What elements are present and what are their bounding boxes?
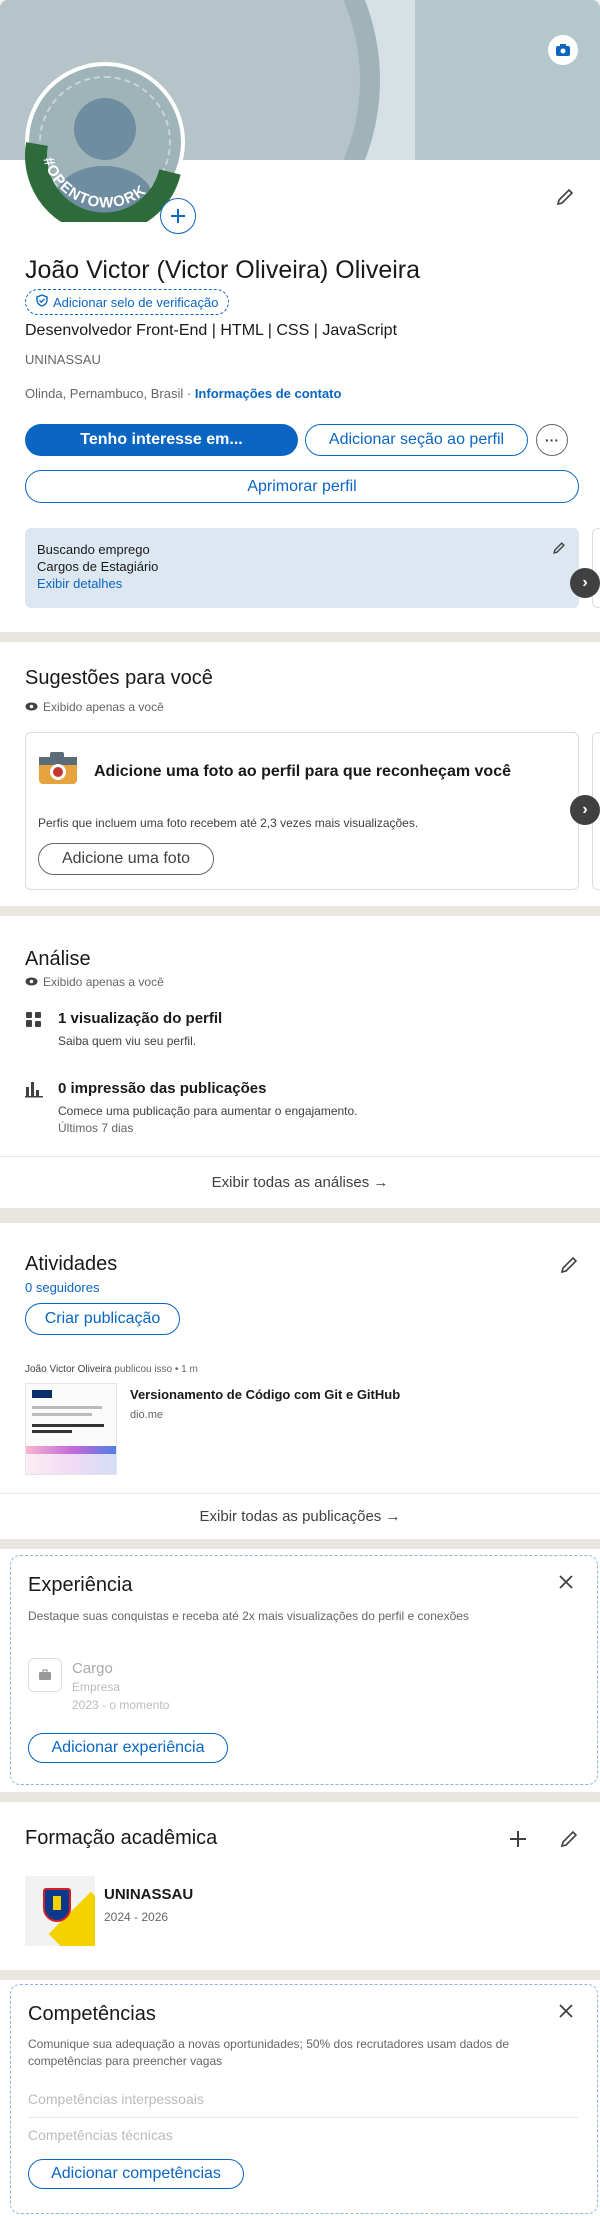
suggestion-card-title: Adicione uma foto ao perfil para que rec… xyxy=(94,763,511,780)
school-logo[interactable] xyxy=(25,1876,95,1946)
analytics-visibility: Exibido apenas a você xyxy=(25,975,164,989)
profile-views-desc: Saiba quem viu seu perfil. xyxy=(58,1034,197,1048)
suggestions-visibility: Exibido apenas a você xyxy=(25,700,164,714)
experience-card: Experiência Destaque suas conquistas e r… xyxy=(10,1555,598,1785)
suggestions-card: Sugestões para você Exibido apenas a voc… xyxy=(0,642,600,906)
camera-edit-cover-icon[interactable] xyxy=(548,35,578,65)
section-divider xyxy=(0,1792,600,1802)
edit-intro-pencil-icon[interactable] xyxy=(550,182,580,212)
post-author[interactable]: João Victor Oliveira xyxy=(25,1364,112,1375)
close-experience-icon[interactable] xyxy=(554,1570,578,1594)
verify-badge-label: Adicionar selo de verificação xyxy=(53,294,219,310)
skills-placeholder-divider xyxy=(28,2117,578,2118)
profile-location: Olinda, Pernambuco, Brasil xyxy=(25,386,184,401)
people-icon xyxy=(25,1010,43,1033)
camera-icon xyxy=(38,751,78,790)
add-skills-button[interactable]: Adicionar competências xyxy=(28,2159,244,2189)
education-card: Formação acadêmica UNINASSAU 2024 - 2026 xyxy=(0,1802,600,1970)
profile-views-item[interactable]: 1 visualização do perfil Saiba quem viu … xyxy=(25,1006,565,1056)
experience-section: Experiência Destaque suas conquistas e r… xyxy=(0,1549,600,1792)
job-status-title: Buscando emprego xyxy=(37,542,150,557)
skills-section: Competências Comunique sua adequação a n… xyxy=(0,1980,600,2216)
section-divider xyxy=(0,1208,600,1223)
open-to-work-status-card[interactable]: Buscando emprego Cargos de Estagiário Ex… xyxy=(25,528,579,608)
suggestion-card-desc: Perfis que incluem uma foto recebem até … xyxy=(38,816,419,830)
profile-card: #OPENTOWORK João Victor (Victor Oliveira… xyxy=(0,0,600,632)
profile-headline: Desenvolvedor Front-End | HTML | CSS | J… xyxy=(25,322,398,339)
section-divider xyxy=(0,632,600,642)
open-to-work-ring: #OPENTOWORK xyxy=(25,142,181,222)
post-thumbnail[interactable] xyxy=(25,1383,117,1475)
skills-card: Competências Comunique sua adequação a n… xyxy=(10,1984,598,2214)
edit-activity-pencil-icon[interactable] xyxy=(555,1251,583,1279)
experience-desc: Destaque suas conquistas e receba até 2x… xyxy=(28,1609,469,1623)
company-placeholder-icon xyxy=(28,1658,62,1692)
eye-icon xyxy=(25,975,38,989)
activity-card: Atividades 0 seguidores Criar publicação… xyxy=(0,1223,600,1539)
skills-title: Competências xyxy=(28,2003,156,2025)
section-divider xyxy=(0,1970,600,1980)
education-school[interactable]: UNINASSAU xyxy=(104,1886,193,1903)
verify-badge-button[interactable]: Adicionar selo de verificação xyxy=(25,289,230,315)
close-skills-icon[interactable] xyxy=(554,1999,578,2023)
edit-education-pencil-icon[interactable] xyxy=(554,1824,584,1854)
next-card-peek xyxy=(592,528,600,608)
add-education-plus-icon[interactable] xyxy=(503,1824,533,1854)
job-status-roles: Cargos de Estagiário xyxy=(37,559,159,574)
create-post-button[interactable]: Criar publicação xyxy=(25,1303,180,1335)
job-status-details-link[interactable]: Exibir detalhes xyxy=(37,576,122,591)
profile-location-line: Olinda, Pernambuco, Brasil · Informações… xyxy=(25,386,341,401)
show-all-analytics-link[interactable]: Exibir todas as análises → xyxy=(0,1157,600,1208)
education-dates: 2024 - 2026 xyxy=(104,1910,169,1924)
post-meta: publicou isso • 1 m xyxy=(111,1364,198,1375)
analytics-visibility-text: Exibido apenas a você xyxy=(43,975,164,989)
post-title[interactable]: Versionamento de Código com Git e GitHub xyxy=(130,1387,400,1402)
contact-info-link[interactable]: Informações de contato xyxy=(195,386,342,401)
placeholder-company: Empresa xyxy=(72,1680,121,1694)
post-impressions-item[interactable]: 0 impressão das publicações Comece uma p… xyxy=(25,1076,565,1142)
post-impressions-title: 0 impressão das publicações xyxy=(58,1080,267,1097)
show-all-posts-link[interactable]: Exibir todas as publicações → xyxy=(0,1494,600,1539)
placeholder-role: Cargo xyxy=(72,1660,113,1677)
analytics-title: Análise xyxy=(25,948,91,970)
education-title: Formação acadêmica xyxy=(25,1827,218,1849)
open-to-interest-button[interactable]: Tenho interesse em... xyxy=(25,424,298,456)
shield-check-icon xyxy=(36,294,48,310)
post-author-line: João Victor Oliveira publicou isso • 1 m xyxy=(25,1364,198,1375)
profile-school: UNINASSAU xyxy=(25,352,101,367)
post-impressions-desc: Comece uma publicação para aumentar o en… xyxy=(58,1104,358,1118)
section-divider xyxy=(0,906,600,916)
location-separator: · xyxy=(183,386,195,401)
add-photo-plus-icon[interactable] xyxy=(160,198,196,234)
add-photo-suggestion-card: Adicione uma foto ao perfil para que rec… xyxy=(25,732,579,890)
analytics-card: Análise Exibido apenas a você 1 visualiz… xyxy=(0,916,600,1208)
profile-views-title: 1 visualização do perfil xyxy=(58,1010,223,1027)
eye-icon xyxy=(25,700,38,714)
suggestions-visibility-text: Exibido apenas a você xyxy=(43,700,164,714)
carousel-next-arrow-icon[interactable]: › xyxy=(570,568,600,598)
add-photo-button[interactable]: Adicione uma foto xyxy=(38,843,214,875)
suggestions-title: Sugestões para você xyxy=(25,667,213,689)
activity-title: Atividades xyxy=(25,1253,118,1275)
placeholder-dates: 2023 - o momento xyxy=(72,1698,170,1712)
experience-title: Experiência xyxy=(28,1574,133,1596)
post-impressions-period: Últimos 7 dias xyxy=(58,1121,134,1135)
more-options-dots: ··· xyxy=(545,432,559,448)
add-experience-button[interactable]: Adicionar experiência xyxy=(28,1733,228,1763)
suggestions-next-arrow-icon[interactable]: › xyxy=(570,795,600,825)
skills-desc: Comunique sua adequação a novas oportuni… xyxy=(28,2037,509,2068)
followers-count[interactable]: 0 seguidores xyxy=(25,1280,99,1295)
section-divider xyxy=(0,1539,600,1549)
improve-profile-button[interactable]: Aprimorar perfil xyxy=(25,470,579,503)
add-profile-section-button[interactable]: Adicionar seção ao perfil xyxy=(305,424,528,456)
more-options-button[interactable]: ··· xyxy=(536,424,568,456)
post-source: dio.me xyxy=(130,1409,164,1421)
profile-name: João Victor (Victor Oliveira) Oliveira xyxy=(25,256,421,284)
bar-chart-icon xyxy=(25,1080,43,1103)
skills-placeholder-interpersonal: Competências interpessoais xyxy=(28,2091,204,2107)
edit-job-status-pencil-icon[interactable] xyxy=(549,538,569,558)
skills-placeholder-technical: Competências técnicas xyxy=(28,2127,173,2143)
